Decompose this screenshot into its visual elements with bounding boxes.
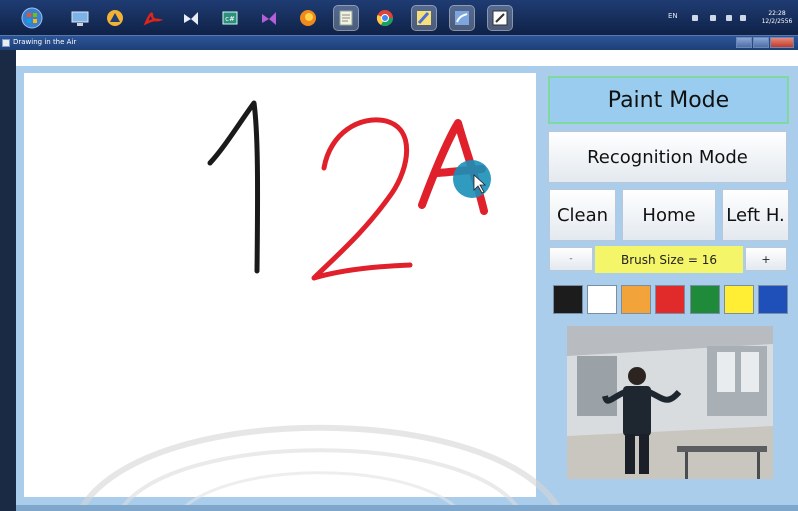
color-swatch-yellow[interactable] [724, 285, 754, 314]
tray-arrow-icon[interactable] [692, 15, 698, 21]
brush-size-label: Brush Size = 16 [595, 246, 743, 273]
visual-studio-purple-icon[interactable] [257, 6, 281, 30]
color-swatch-green[interactable] [690, 285, 720, 314]
camera-feed [567, 326, 773, 479]
app-icon [2, 39, 10, 47]
start-orb-icon[interactable] [20, 6, 44, 30]
clock-time: 22:28 [768, 10, 786, 17]
color-swatch-orange[interactable] [621, 285, 651, 314]
system-tray: EN [668, 10, 758, 26]
flag-icon[interactable] [726, 15, 732, 21]
drawing-canvas[interactable] [24, 73, 536, 497]
stroke-digit-2 [311, 117, 413, 281]
csharp-icon[interactable]: c# [218, 6, 242, 30]
blender-icon[interactable] [449, 5, 475, 31]
computer-icon[interactable] [68, 6, 92, 30]
volume-icon[interactable] [740, 15, 746, 21]
drawing-app-icon[interactable] [487, 5, 513, 31]
clean-button[interactable]: Clean [549, 189, 616, 241]
network-icon[interactable] [710, 15, 716, 21]
color-swatch-blue[interactable] [758, 285, 788, 314]
minimize-button[interactable] [736, 37, 752, 48]
paint-brush-icon[interactable] [411, 5, 437, 31]
maximize-button[interactable] [753, 37, 769, 48]
chrome-icon[interactable] [373, 6, 397, 30]
window-titlebar: Drawing in the Air [0, 36, 798, 50]
svg-text:c#: c# [225, 15, 235, 23]
visual-studio-icon[interactable] [179, 6, 203, 30]
left-hand-button[interactable]: Left H. [722, 189, 789, 241]
color-swatch-red[interactable] [655, 285, 685, 314]
close-button[interactable] [770, 37, 794, 48]
firefox-icon[interactable] [296, 6, 320, 30]
home-button[interactable]: Home [622, 189, 716, 241]
screen: c# EN 22:28 12/2/2556 Drawing in the Air… [0, 0, 798, 511]
clock-date: 12/2/2556 [761, 18, 793, 25]
warning-icon[interactable] [103, 6, 127, 30]
brush-size-decrease-button[interactable]: - [549, 247, 593, 271]
taskbar: c# EN 22:28 12/2/2556 [0, 0, 798, 36]
brush-size-increase-button[interactable]: + [745, 247, 787, 271]
stroke-digit-1 [207, 100, 261, 274]
pdf-icon[interactable] [140, 6, 164, 30]
recognition-mode-button[interactable]: Recognition Mode [548, 131, 787, 183]
window-bottom-border [16, 505, 798, 511]
notepad-icon[interactable] [333, 5, 359, 31]
paint-mode-button[interactable]: Paint Mode [548, 76, 789, 124]
window-controls [736, 37, 794, 48]
color-swatch-black[interactable] [553, 285, 583, 314]
hand-cursor [453, 160, 491, 198]
color-swatch-white[interactable] [587, 285, 617, 314]
clock[interactable]: 22:28 12/2/2556 [760, 10, 794, 26]
window-title: Drawing in the Air [13, 38, 77, 46]
language-indicator[interactable]: EN [668, 12, 678, 20]
